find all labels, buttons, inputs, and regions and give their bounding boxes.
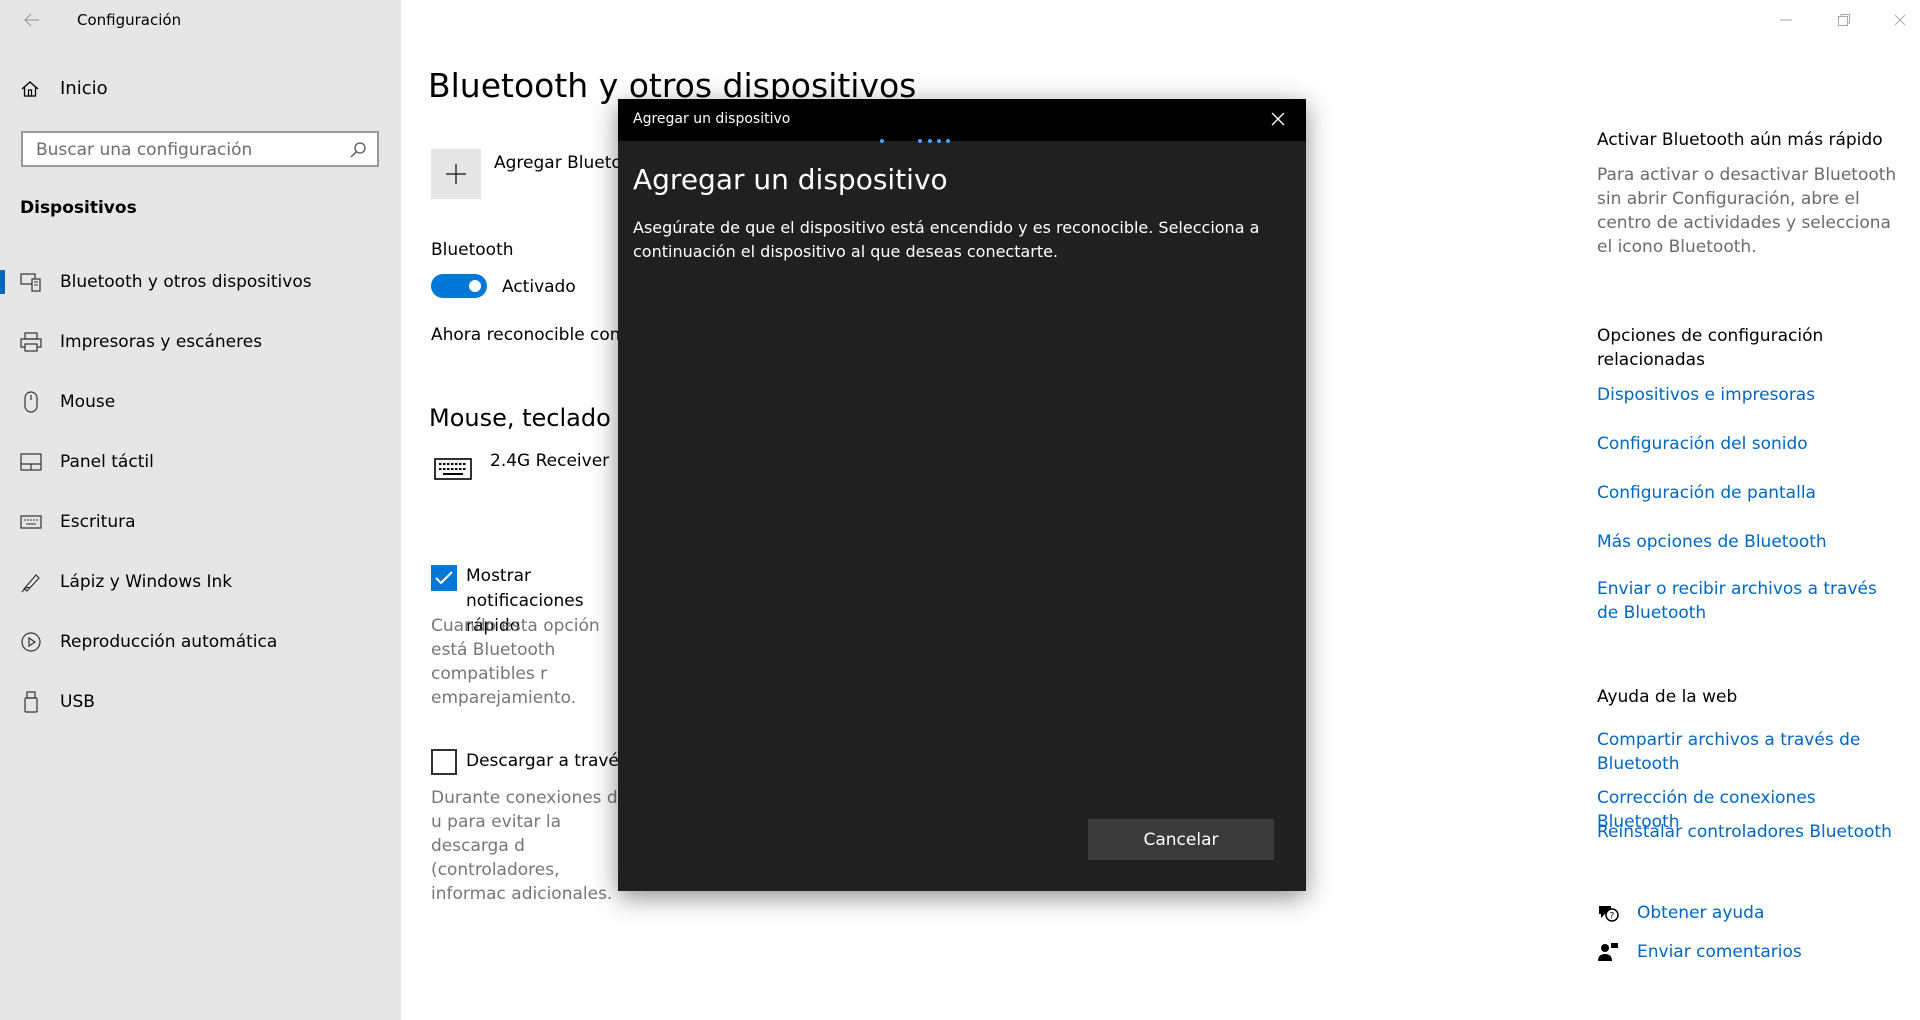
- link-send-receive-files[interactable]: Enviar o recibir archivos a través de Bl…: [1597, 577, 1897, 625]
- restore-icon[interactable]: [1834, 10, 1854, 30]
- svg-text:?: ?: [1610, 912, 1615, 922]
- download-checkbox[interactable]: [431, 749, 457, 775]
- progress-dot: [937, 139, 941, 143]
- get-help-label: Obtener ayuda: [1637, 903, 1765, 923]
- search-placeholder: Buscar una configuración: [36, 140, 253, 160]
- help-chat-icon: ?: [1599, 906, 1619, 922]
- link-devices-printers[interactable]: Dispositivos e impresoras: [1597, 383, 1897, 407]
- link-share-files[interactable]: Compartir archivos a través de Bluetooth: [1597, 728, 1897, 776]
- cancel-button[interactable]: Cancelar: [1088, 819, 1274, 860]
- link-reinstall-drivers[interactable]: Reinstalar controladores Bluetooth: [1597, 820, 1897, 844]
- sidebar: Configuración Inicio Buscar una configur…: [0, 0, 401, 1020]
- bluetooth-label: Bluetooth: [431, 240, 514, 260]
- related-settings-title: Opciones de configuración relacionadas: [1597, 326, 1824, 370]
- usb-icon: [19, 690, 43, 714]
- sidebar-item-mouse[interactable]: Mouse: [0, 378, 401, 426]
- pen-icon: [19, 570, 43, 594]
- sidebar-section-title: Dispositivos: [20, 198, 137, 218]
- sidebar-item-label: Escritura: [60, 512, 136, 532]
- progress-dot: [946, 139, 950, 143]
- dialog-body-text: Asegúrate de que el dispositivo está enc…: [633, 218, 1260, 261]
- add-device-dialog: Agregar un dispositivo Agregar un dispos…: [618, 99, 1306, 891]
- checkmark-icon: [435, 571, 453, 585]
- add-device-label[interactable]: Agregar Bluetooth: [494, 153, 619, 173]
- quick-bluetooth-text: Para activar o desactivar Bluetooth sin …: [1597, 165, 1897, 257]
- search-input[interactable]: Buscar una configuración: [21, 131, 379, 167]
- window-close-icon[interactable]: [1890, 10, 1910, 30]
- keyboard-icon: [19, 510, 43, 534]
- sidebar-item-pen[interactable]: Lápiz y Windows Ink: [0, 558, 401, 606]
- toggle-knob: [469, 280, 481, 292]
- feedback-person-icon: [1598, 943, 1618, 961]
- discoverable-text: Ahora reconocible como: [431, 325, 619, 345]
- download-checkbox-label: Descargar a través d: [466, 751, 619, 771]
- progress-dot: [918, 139, 922, 143]
- sidebar-item-label: Impresoras y escáneres: [60, 332, 263, 352]
- sidebar-item-bluetooth[interactable]: Bluetooth y otros dispositivos: [0, 258, 401, 306]
- notif-checkbox-description: Cuando esta opción está Bluetooth compat…: [431, 616, 600, 708]
- sidebar-item-touchpad[interactable]: Panel táctil: [0, 438, 401, 486]
- back-arrow-icon[interactable]: [20, 8, 44, 32]
- link-display-settings[interactable]: Configuración de pantalla: [1597, 481, 1897, 505]
- quick-bluetooth-title: Activar Bluetooth aún más rápido: [1597, 130, 1883, 150]
- main-content-clip: Agregar Bluetooth Bluetooth Activado Aho…: [401, 0, 619, 1020]
- notif-checkbox[interactable]: [431, 565, 457, 591]
- web-help-title: Ayuda de la web: [1597, 687, 1738, 707]
- dialog-close-icon[interactable]: [1270, 111, 1288, 129]
- dialog-heading: Agregar un dispositivo: [633, 163, 948, 196]
- mouse-icon: [19, 390, 43, 414]
- device-name[interactable]: 2.4G Receiver: [490, 451, 609, 471]
- sidebar-item-autoplay[interactable]: Reproducción automática: [0, 618, 401, 666]
- bluetooth-state: Activado: [502, 277, 576, 297]
- section-title-mouse-keyboard: Mouse, teclado y: [429, 404, 619, 432]
- autoplay-icon: [19, 630, 43, 654]
- minimize-icon[interactable]: [1776, 10, 1796, 30]
- app-title: Configuración: [77, 11, 182, 29]
- progress-dot: [928, 139, 932, 143]
- home-nav-item[interactable]: Inicio: [20, 78, 108, 99]
- sidebar-item-label: Bluetooth y otros dispositivos: [60, 272, 312, 292]
- link-more-bluetooth[interactable]: Más opciones de Bluetooth: [1597, 530, 1897, 554]
- dialog-titlebar: Agregar un dispositivo: [618, 99, 1306, 141]
- sidebar-item-label: Lápiz y Windows Ink: [60, 572, 233, 592]
- home-label: Inicio: [60, 78, 108, 99]
- device-keyboard-icon: [434, 457, 472, 485]
- sidebar-item-label: Panel táctil: [60, 452, 154, 472]
- sidebar-item-label: Mouse: [60, 392, 116, 412]
- sidebar-item-typing[interactable]: Escritura: [0, 498, 401, 546]
- progress-dots: [880, 139, 1000, 147]
- home-icon: [21, 80, 39, 97]
- feedback-label: Enviar comentarios: [1637, 942, 1802, 962]
- get-help-link[interactable]: ? Obtener ayuda: [1597, 903, 1764, 923]
- search-icon[interactable]: [349, 141, 367, 159]
- sidebar-item-label: USB: [60, 692, 95, 712]
- dialog-titlebar-text: Agregar un dispositivo: [633, 111, 791, 127]
- printer-icon: [19, 330, 43, 354]
- sidebar-item-label: Reproducción automática: [60, 632, 278, 652]
- bluetooth-devices-icon: [19, 270, 43, 294]
- feedback-link[interactable]: Enviar comentarios: [1597, 942, 1802, 962]
- sidebar-item-usb[interactable]: USB: [0, 678, 401, 726]
- bluetooth-toggle[interactable]: [431, 274, 487, 298]
- download-checkbox-description: Durante conexiones de u para evitar la d…: [431, 788, 619, 904]
- link-sound-settings[interactable]: Configuración del sonido: [1597, 432, 1897, 456]
- sidebar-item-printers[interactable]: Impresoras y escáneres: [0, 318, 401, 366]
- progress-dot: [880, 139, 884, 143]
- touchpad-icon: [19, 450, 43, 474]
